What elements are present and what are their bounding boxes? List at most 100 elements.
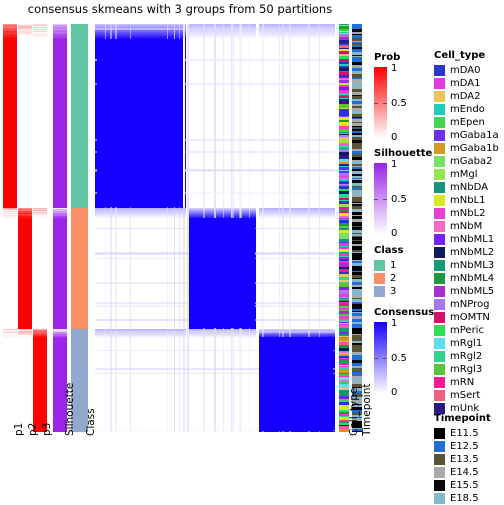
legend-silhouette-tick-0.5: 0.5 (391, 194, 407, 205)
cell-type-annotation-column (339, 24, 349, 432)
legend-cell-type-label: mNbML1 (450, 234, 495, 245)
legend-cell-type-label: mOMTN (450, 312, 490, 323)
legend-timepoint-swatch (434, 441, 445, 452)
legend-class-title: Class (374, 245, 404, 256)
legend-timepoint-swatch (434, 467, 445, 478)
legend-timepoint-swatch (434, 480, 445, 491)
legend-prob-tick-0: 0 (391, 132, 398, 143)
legend-cell-type-swatch (434, 221, 445, 232)
legend-consensus-tickmark-mid2 (383, 358, 387, 359)
legend-cell-type-label: mDA0 (450, 65, 481, 76)
timepoint-annotation-column (352, 24, 362, 432)
legend-cell-type-label: mPeric (450, 325, 484, 336)
legend-timepoint-item: E14.5 (434, 466, 491, 479)
axis-label-silhouette: Silhouette (64, 382, 76, 436)
legend-timepoint-label: E11.5 (450, 428, 479, 439)
legend-timepoint-item: E11.5 (434, 427, 491, 440)
legend-cell-type-label: mNbML2 (450, 247, 495, 258)
legend-cell-type-title: Cell_type (434, 50, 486, 61)
legend-timepoint: Timepoint E11.5 E12.5 E13.5 E14.5 E15.5 E18.5 (434, 413, 491, 505)
legend-cell-type-item: mGaba2 (434, 155, 499, 168)
legend-cell-type-swatch (434, 143, 445, 154)
legend-timepoint-swatch (434, 454, 445, 465)
legend-cell-type-swatch (434, 182, 445, 193)
legend-cell-type-label: mMgl (450, 169, 478, 180)
legend-cell-type-label: mNbDA (450, 182, 488, 193)
legend-silhouette: Silhouette 1 0.5 0 (374, 148, 432, 239)
legend-cell-type-label: mRN (450, 377, 475, 388)
legend-consensus-tickmark-mid (374, 358, 378, 359)
legend-cell-type-item: mGaba1a (434, 129, 499, 142)
legend-silhouette-tickmark-mid2 (383, 199, 387, 200)
legend-cell-type-label: mNbL2 (450, 208, 486, 219)
silhouette-annotation-column (53, 24, 67, 432)
legend-cell-type: Cell_type mDA0 mDA1 mDA2 mEndo mEpen mGaba1a m… (434, 50, 499, 415)
legend-cell-type-swatch (434, 338, 445, 349)
legend-cell-type-item: mNbM (434, 220, 499, 233)
legend-cell-type-label: mNbL1 (450, 195, 486, 206)
legend-timepoint-label: E18.5 (450, 493, 479, 504)
legend-cell-type-item: mNbL1 (434, 194, 499, 207)
legend-class-item: 3 (374, 285, 403, 298)
legend-cell-type-label: mDA2 (450, 91, 481, 102)
legend-cell-type-item: mMgl (434, 168, 499, 181)
legend-consensus-title: Consensus (374, 307, 435, 318)
axis-label-p2: p2 (27, 422, 39, 436)
legend-cell-type-item: mNbL2 (434, 207, 499, 220)
legend-cell-type-item: mNbDA (434, 181, 499, 194)
legend-cell-type-swatch (434, 286, 445, 297)
legend-cell-type-item: mDA0 (434, 64, 499, 77)
axis-label-timepoint: Timepoint (361, 383, 373, 436)
legend-class-swatch (374, 273, 385, 284)
legend-cell-type-item: mEpen (434, 116, 499, 129)
legend-cell-type-item: mDA1 (434, 77, 499, 90)
legend-cell-type-swatch (434, 260, 445, 271)
legend-cell-type-swatch (434, 234, 445, 245)
legend-cell-type-item: mNbML5 (434, 285, 499, 298)
legend-cell-type-item: mRgl2 (434, 350, 499, 363)
legend-class-label: 1 (390, 260, 397, 271)
legend-cell-type-swatch (434, 78, 445, 89)
legend-cell-type-item: mNbML4 (434, 272, 499, 285)
legend-cell-type-item: mNProg (434, 298, 499, 311)
legend-silhouette-tick-1: 1 (391, 159, 398, 170)
axis-label-p1: p1 (13, 422, 25, 436)
axis-label-p3: p3 (41, 422, 53, 436)
legend-class-label: 3 (390, 286, 397, 297)
legend-cell-type-item: mRgl1 (434, 337, 499, 350)
legend-cell-type-label: mGaba2 (450, 156, 493, 167)
legend-cell-type-item: mPeric (434, 324, 499, 337)
legend-prob-tick-1: 1 (391, 63, 398, 74)
legend-timepoint-label: E12.5 (450, 441, 479, 452)
legend-cell-type-label: mDA1 (450, 78, 481, 89)
legend-timepoint-label: E15.5 (450, 480, 479, 491)
legend-class-label: 2 (390, 273, 397, 284)
consensus-heatmap (95, 24, 335, 432)
legend-cell-type-swatch (434, 377, 445, 388)
legend-prob-tick-0.5: 0.5 (391, 98, 407, 109)
legend-consensus-tick-0: 0 (391, 387, 398, 398)
legend-timepoint-swatch (434, 428, 445, 439)
legend-cell-type-label: mGaba1b (450, 143, 499, 154)
legend-cell-type-label: mRgl3 (450, 364, 483, 375)
legend-cell-type-item: mDA2 (434, 90, 499, 103)
legend-cell-type-item: mOMTN (434, 311, 499, 324)
legend-cell-type-swatch (434, 351, 445, 362)
legend-timepoint-title: Timepoint (434, 413, 491, 424)
legend-timepoint-item: E13.5 (434, 453, 491, 466)
legend-timepoint-swatch (434, 493, 445, 504)
legend-timepoint-item: E12.5 (434, 440, 491, 453)
legend-cell-type-label: mNbML5 (450, 286, 495, 297)
legend-cell-type-swatch (434, 390, 445, 401)
legend-class-item: 1 (374, 259, 403, 272)
legend-timepoint-item: E18.5 (434, 492, 491, 505)
legend-cell-type-label: mNbML4 (450, 273, 495, 284)
legend-timepoint-item: E15.5 (434, 479, 491, 492)
legend-cell-type-label: mNbML3 (450, 260, 495, 271)
legend-cell-type-label: mRgl1 (450, 338, 483, 349)
legend-cell-type-swatch (434, 247, 445, 258)
legend-cell-type-item: mRgl3 (434, 363, 499, 376)
legend-cell-type-swatch (434, 195, 445, 206)
page-title: consensus skmeans with 3 groups from 50 … (27, 2, 333, 16)
legend-timepoint-label: E14.5 (450, 467, 479, 478)
